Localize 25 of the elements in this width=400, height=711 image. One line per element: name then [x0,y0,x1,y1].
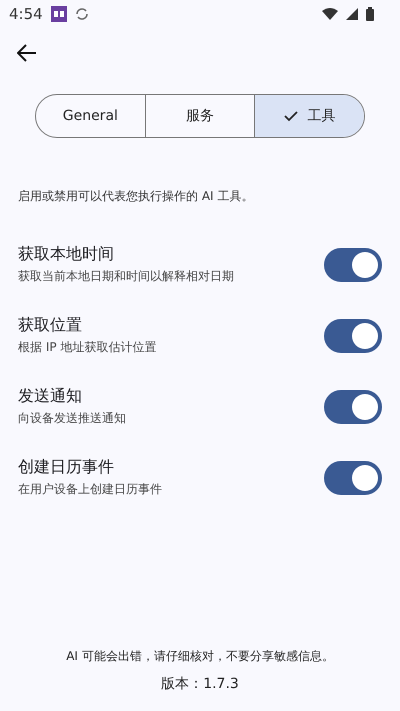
tool-title: 创建日历事件 [18,457,115,478]
tool-title: 获取位置 [18,315,83,336]
toggle-switch[interactable] [324,318,382,352]
check-icon [284,110,298,122]
tool-title: 发送通知 [18,386,83,407]
battery-icon [366,7,374,21]
back-arrow-icon[interactable] [17,44,37,62]
segment-tab[interactable]: 工具 [254,95,364,137]
wifi-icon [322,8,338,20]
tool-title: 获取本地时间 [18,244,115,265]
toggle-switch[interactable] [324,460,382,494]
tool-description: 在用户设备上创建日历事件 [18,481,163,498]
status-time: 4:54 [9,5,43,23]
sync-icon [74,7,89,21]
signal-icon [346,8,358,20]
app-notification-icon [50,6,67,22]
tool-description: 根据 IP 地址获取估计位置 [18,339,158,356]
tool-description: 向设备发送推送通知 [18,410,127,427]
toggle-switch[interactable] [324,390,382,424]
toggle-switch[interactable] [324,248,382,282]
version-text: 版本：1.7.3 [160,675,240,693]
disclaimer-text: AI 可能会出错，请仔细核对，不要分享敏感信息。 [65,648,335,665]
tool-description: 获取当前本地日期和时间以解释相对日期 [18,268,235,285]
description-text: 启用或禁用可以代表您执行操作的 AI 工具。 [18,188,254,205]
segment-tab[interactable]: General [36,95,145,137]
